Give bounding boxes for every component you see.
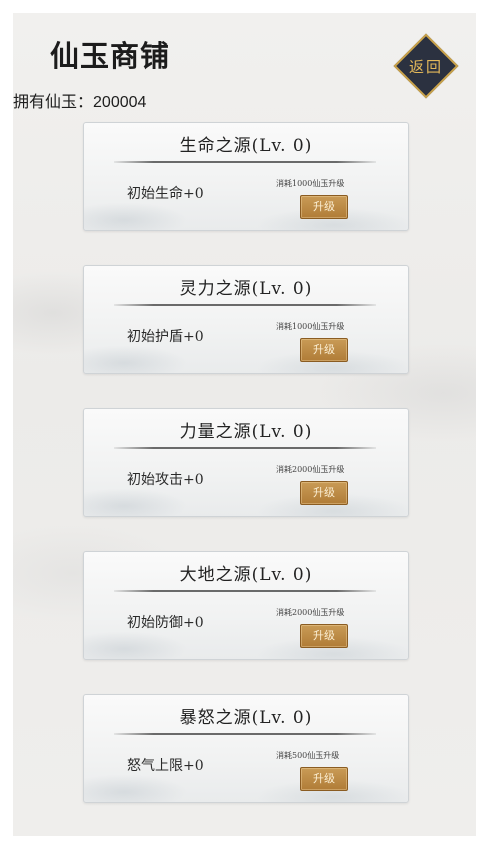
shop-screen: 仙玉商铺 拥有仙玉：200004 返回 生命之源(Lv. 0) 初始生命+0 消… [13, 13, 476, 836]
card-title: 生命之源(Lv. 0) [179, 136, 313, 156]
card-stat: 初始护盾+0 [127, 329, 204, 345]
card-stat: 初始攻击+0 [127, 472, 204, 488]
upgrade-card-earth: 大地之源(Lv. 0) 初始防御+0 消耗2000仙玉升级 升级 [83, 551, 409, 660]
back-label: 返回 [408, 58, 443, 76]
card-divider [114, 733, 376, 735]
upgrade-button[interactable]: 升级 [300, 481, 348, 505]
card-cost: 消耗1000仙玉升级 [276, 179, 345, 188]
card-divider [114, 161, 376, 163]
upgrade-button[interactable]: 升级 [300, 767, 348, 791]
page-title: 仙玉商铺 [50, 39, 171, 73]
balance-value: 200004 [93, 94, 147, 111]
upgrade-card-rage: 暴怒之源(Lv. 0) 怒气上限+0 消耗500仙玉升级 升级 [83, 694, 409, 803]
upgrade-button[interactable]: 升级 [300, 195, 348, 219]
card-stat: 怒气上限+0 [127, 758, 204, 774]
card-title: 力量之源(Lv. 0) [179, 422, 313, 442]
upgrade-button[interactable]: 升级 [300, 338, 348, 362]
card-divider [114, 447, 376, 449]
card-title: 灵力之源(Lv. 0) [179, 279, 313, 299]
balance-label: 拥有仙玉： [13, 94, 94, 111]
card-stat: 初始防御+0 [127, 615, 204, 631]
back-button[interactable]: 返回 [393, 33, 459, 99]
jade-balance: 拥有仙玉：200004 [13, 88, 146, 112]
card-divider [114, 304, 376, 306]
card-cost: 消耗2000仙玉升级 [276, 608, 345, 617]
card-cost: 消耗1000仙玉升级 [276, 322, 345, 331]
upgrade-button[interactable]: 升级 [300, 624, 348, 648]
card-divider [114, 590, 376, 592]
card-stat: 初始生命+0 [127, 186, 204, 202]
upgrade-card-strength: 力量之源(Lv. 0) 初始攻击+0 消耗2000仙玉升级 升级 [83, 408, 409, 517]
card-title: 大地之源(Lv. 0) [179, 565, 313, 585]
upgrade-card-spirit: 灵力之源(Lv. 0) 初始护盾+0 消耗1000仙玉升级 升级 [83, 265, 409, 374]
card-title: 暴怒之源(Lv. 0) [179, 708, 313, 728]
card-cost: 消耗500仙玉升级 [276, 751, 340, 760]
card-cost: 消耗2000仙玉升级 [276, 465, 345, 474]
upgrade-card-life: 生命之源(Lv. 0) 初始生命+0 消耗1000仙玉升级 升级 [83, 122, 409, 231]
